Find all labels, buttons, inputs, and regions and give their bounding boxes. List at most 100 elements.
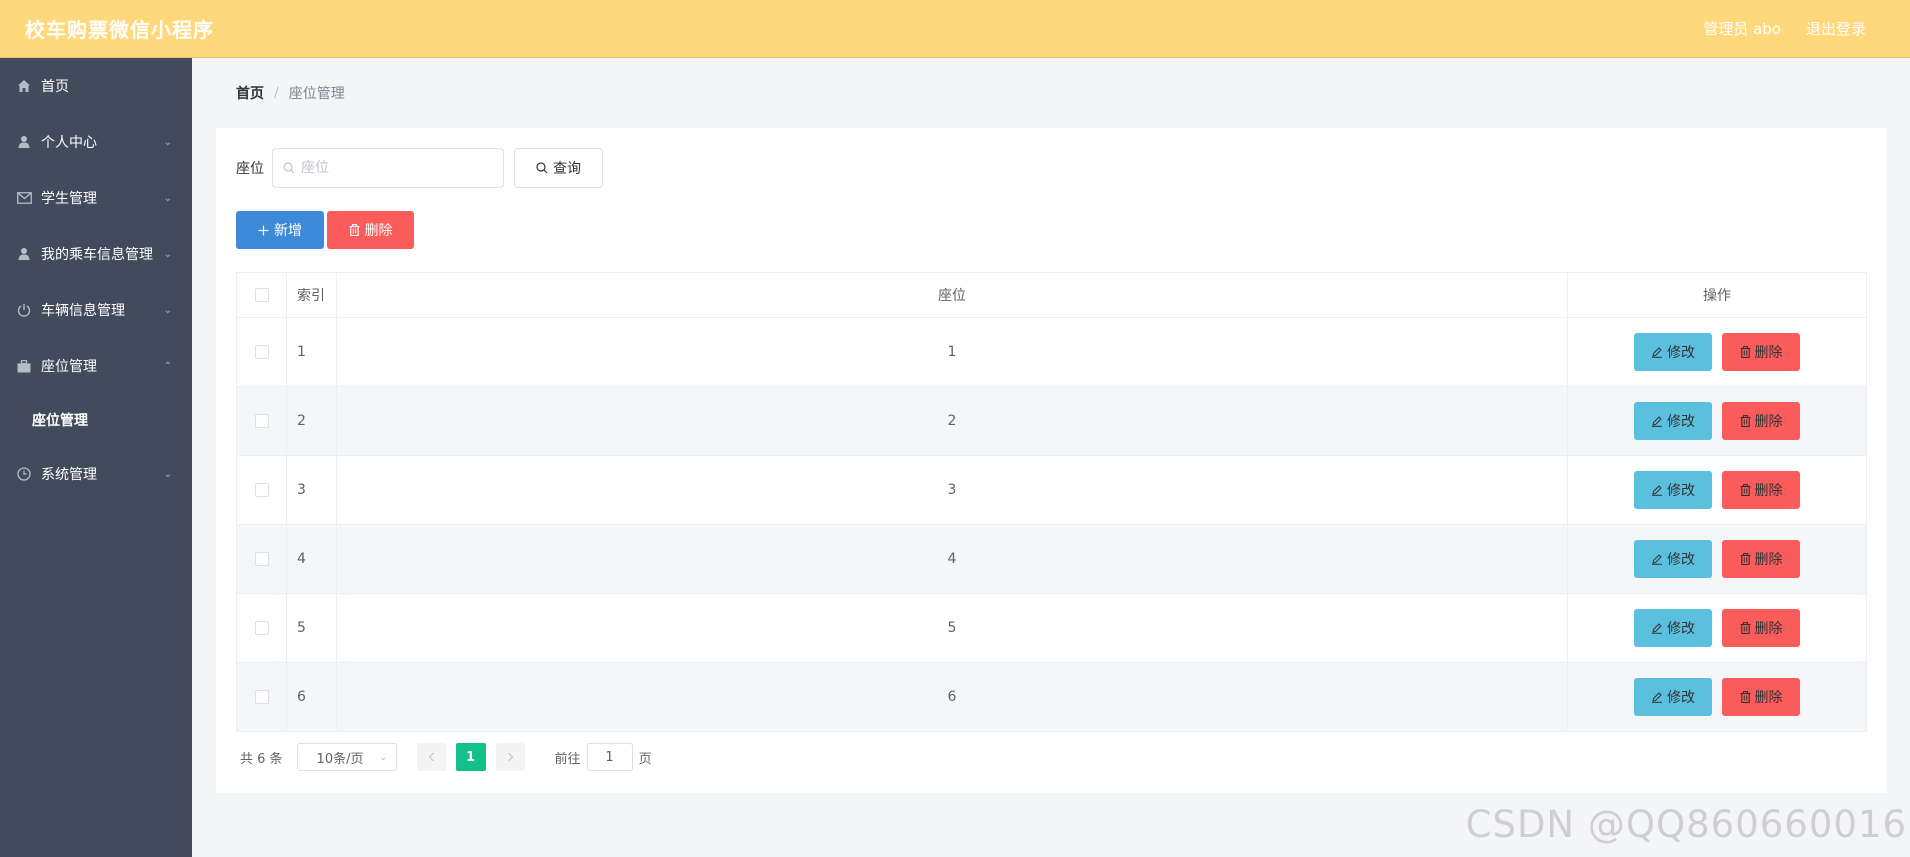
breadcrumb: 首页 / 座位管理 [236,83,345,103]
table-row: 3 3 修改 删除 [237,455,1866,524]
row-checkbox-cell [237,663,287,731]
page-size-select[interactable]: 10条/页 ⌄ [296,743,397,771]
trash-icon [349,224,360,236]
goto-label: 前往 [554,751,581,767]
chevron-down-icon: ⌄ [163,304,172,316]
breadcrumb-separator: / [274,85,279,101]
sidebar-item-ride-info[interactable]: 我的乘车信息管理 ⌄ [0,226,192,282]
sidebar-item-home[interactable]: 首页 [0,58,192,114]
sidebar-item-system-management[interactable]: 系统管理 ⌄ [0,446,192,502]
row-checkbox[interactable] [254,690,269,704]
edit-button[interactable]: 修改 [1634,402,1712,440]
cell-seat: 1 [337,318,1568,386]
header-user-area: 管理员 abo 退出登录 [1703,18,1866,39]
sidebar-item-label: 学生管理 [41,191,97,207]
cell-ops: 修改 删除 [1568,318,1866,386]
cell-ops: 修改 删除 [1568,663,1866,731]
pagination: 共 6 条 10条/页 ⌄ 1 前往 页 [236,743,652,771]
edit-icon [1651,691,1663,703]
sidebar-item-personal-center[interactable]: 个人中心 ⌄ [0,114,192,170]
cell-ops: 修改 删除 [1568,456,1866,524]
row-delete-button[interactable]: 删除 [1722,540,1800,578]
row-delete-label: 删除 [1754,690,1783,706]
edit-button[interactable]: 修改 [1634,471,1712,509]
batch-delete-label: 删除 [364,223,393,239]
sidebar-item-student-management[interactable]: 学生管理 ⌄ [0,170,192,226]
row-delete-label: 删除 [1754,621,1783,637]
table-row: 5 5 修改 删除 [237,593,1866,662]
column-header-index: 索引 [287,273,337,317]
cell-seat: 3 [337,456,1568,524]
user-icon [16,246,32,262]
chevron-right-icon [507,752,513,762]
plus-icon [258,225,269,236]
row-checkbox-cell [237,387,287,455]
row-delete-button[interactable]: 删除 [1722,609,1800,647]
mail-icon [16,190,32,206]
edit-icon [1651,415,1663,427]
add-button-label: 新增 [274,223,302,239]
table-header-row: 索引 座位 操作 [237,273,1866,317]
edit-button-label: 修改 [1667,414,1695,430]
clock-icon [16,466,32,482]
search-field[interactable] [272,148,504,188]
row-checkbox[interactable] [254,414,269,428]
briefcase-icon [16,358,32,374]
sidebar-item-label: 我的乘车信息管理 [41,247,153,263]
query-button[interactable]: 查询 [514,148,603,188]
edit-button-label: 修改 [1667,345,1695,361]
add-button[interactable]: 新增 [236,211,324,249]
table-row: 2 2 修改 删除 [237,386,1866,455]
content-panel: 座位 查询 新增 [216,128,1886,793]
cell-seat: 2 [337,387,1568,455]
edit-icon [1651,346,1663,358]
cell-index: 2 [287,387,337,455]
row-delete-button[interactable]: 删除 [1722,678,1800,716]
row-delete-button[interactable]: 删除 [1722,471,1800,509]
batch-delete-button[interactable]: 删除 [327,211,414,249]
edit-button[interactable]: 修改 [1634,333,1712,371]
row-checkbox[interactable] [254,345,269,359]
search-icon [536,162,548,174]
logout-link[interactable]: 退出登录 [1806,18,1866,39]
chevron-down-icon: ⌄ [163,136,172,148]
goto-page-input[interactable] [586,743,633,771]
edit-button[interactable]: 修改 [1634,609,1712,647]
chevron-down-icon: ⌄ [163,192,172,204]
cell-ops: 修改 删除 [1568,387,1866,455]
sidebar-item-vehicle-info[interactable]: 车辆信息管理 ⌄ [0,282,192,338]
edit-button-label: 修改 [1667,621,1695,637]
edit-button-label: 修改 [1667,690,1695,706]
trash-icon [1740,484,1751,496]
sidebar-subitem-seat-management[interactable]: 座位管理 [0,394,192,446]
chevron-down-icon: ⌄ [163,248,172,260]
row-delete-button[interactable]: 删除 [1722,402,1800,440]
sidebar-item-label: 系统管理 [41,467,97,483]
admin-user-label[interactable]: 管理员 abo [1703,18,1781,39]
sidebar-item-label: 首页 [41,79,69,95]
row-checkbox[interactable] [254,621,269,635]
sidebar-item-label: 车辆信息管理 [41,303,125,319]
next-page-button[interactable] [495,743,525,771]
edit-button[interactable]: 修改 [1634,678,1712,716]
row-checkbox-cell [237,525,287,593]
cell-seat: 6 [337,663,1568,731]
row-checkbox-cell [237,594,287,662]
trash-icon [1740,553,1751,565]
sidebar-item-label: 个人中心 [41,135,97,151]
edit-button[interactable]: 修改 [1634,540,1712,578]
row-checkbox[interactable] [254,552,269,566]
prev-page-button[interactable] [416,743,446,771]
app-title: 校车购票微信小程序 [25,18,214,42]
action-bar: 新增 删除 [236,211,414,249]
sidebar-item-seat-management[interactable]: 座位管理 ⌃ [0,338,192,394]
breadcrumb-home[interactable]: 首页 [236,83,264,103]
row-delete-button[interactable]: 删除 [1722,333,1800,371]
trash-icon [1740,346,1751,358]
row-checkbox[interactable] [254,483,269,497]
row-checkbox-cell [237,318,287,386]
row-delete-label: 删除 [1754,414,1783,430]
page-number-active[interactable]: 1 [455,743,486,771]
select-all-checkbox[interactable] [254,288,269,302]
search-input[interactable] [301,160,491,176]
